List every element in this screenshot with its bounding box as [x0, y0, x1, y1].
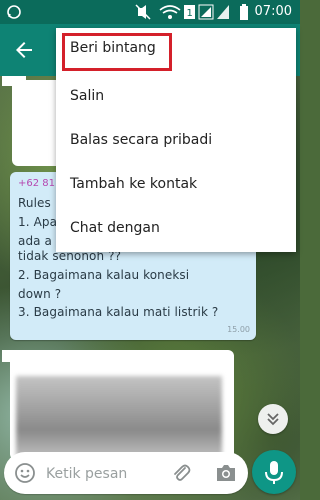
message-line: 1. Apa [18, 215, 58, 229]
menu-item-reply-privately[interactable]: Balas secara pribadi [56, 120, 296, 164]
message-line: ada a [18, 234, 52, 248]
message-line: Rules [18, 196, 51, 210]
redacted-name [212, 220, 280, 238]
message-input[interactable]: Ketik pesan [46, 466, 127, 482]
message-sender: +62 81 [18, 178, 56, 189]
back-arrow-icon[interactable] [12, 38, 36, 62]
menu-item-copy[interactable]: Salin [56, 76, 296, 120]
menu-item-label: Tambah ke kontak [70, 176, 198, 192]
menu-item-add-contact[interactable]: Tambah ke kontak [56, 164, 296, 208]
menu-item-label: Balas secara pribadi [70, 132, 213, 148]
signal-icon [198, 4, 229, 20]
wifi-icon [159, 5, 181, 19]
emoji-icon[interactable] [14, 462, 36, 484]
sim-badge-number: 1 [187, 8, 193, 19]
attachment-icon[interactable] [170, 462, 192, 484]
highlight-annotation [62, 33, 172, 71]
status-bar: 1 07:00 [0, 0, 300, 24]
whatsapp-notification-icon [7, 5, 21, 19]
scroll-down-button[interactable] [258, 404, 288, 434]
battery-icon [240, 4, 248, 20]
message-time: 15.00 [227, 325, 250, 334]
voice-message-button[interactable] [252, 450, 296, 494]
message-line: 3. Bagaimana kalau mati listrik ? [18, 305, 219, 319]
menu-item-label: Salin [70, 88, 105, 104]
status-time: 07:00 [254, 4, 292, 19]
menu-item-label: Chat dengan [70, 220, 160, 236]
double-chevron-down-icon [267, 413, 279, 426]
message-line: 2. Bagaimana kalau koneksi [18, 268, 190, 282]
menu-item-chat-with[interactable]: Chat dengan [56, 208, 296, 252]
mute-icon [135, 4, 151, 20]
mic-icon [265, 461, 283, 484]
camera-icon[interactable] [214, 462, 238, 484]
message-line: down ? [18, 287, 62, 301]
